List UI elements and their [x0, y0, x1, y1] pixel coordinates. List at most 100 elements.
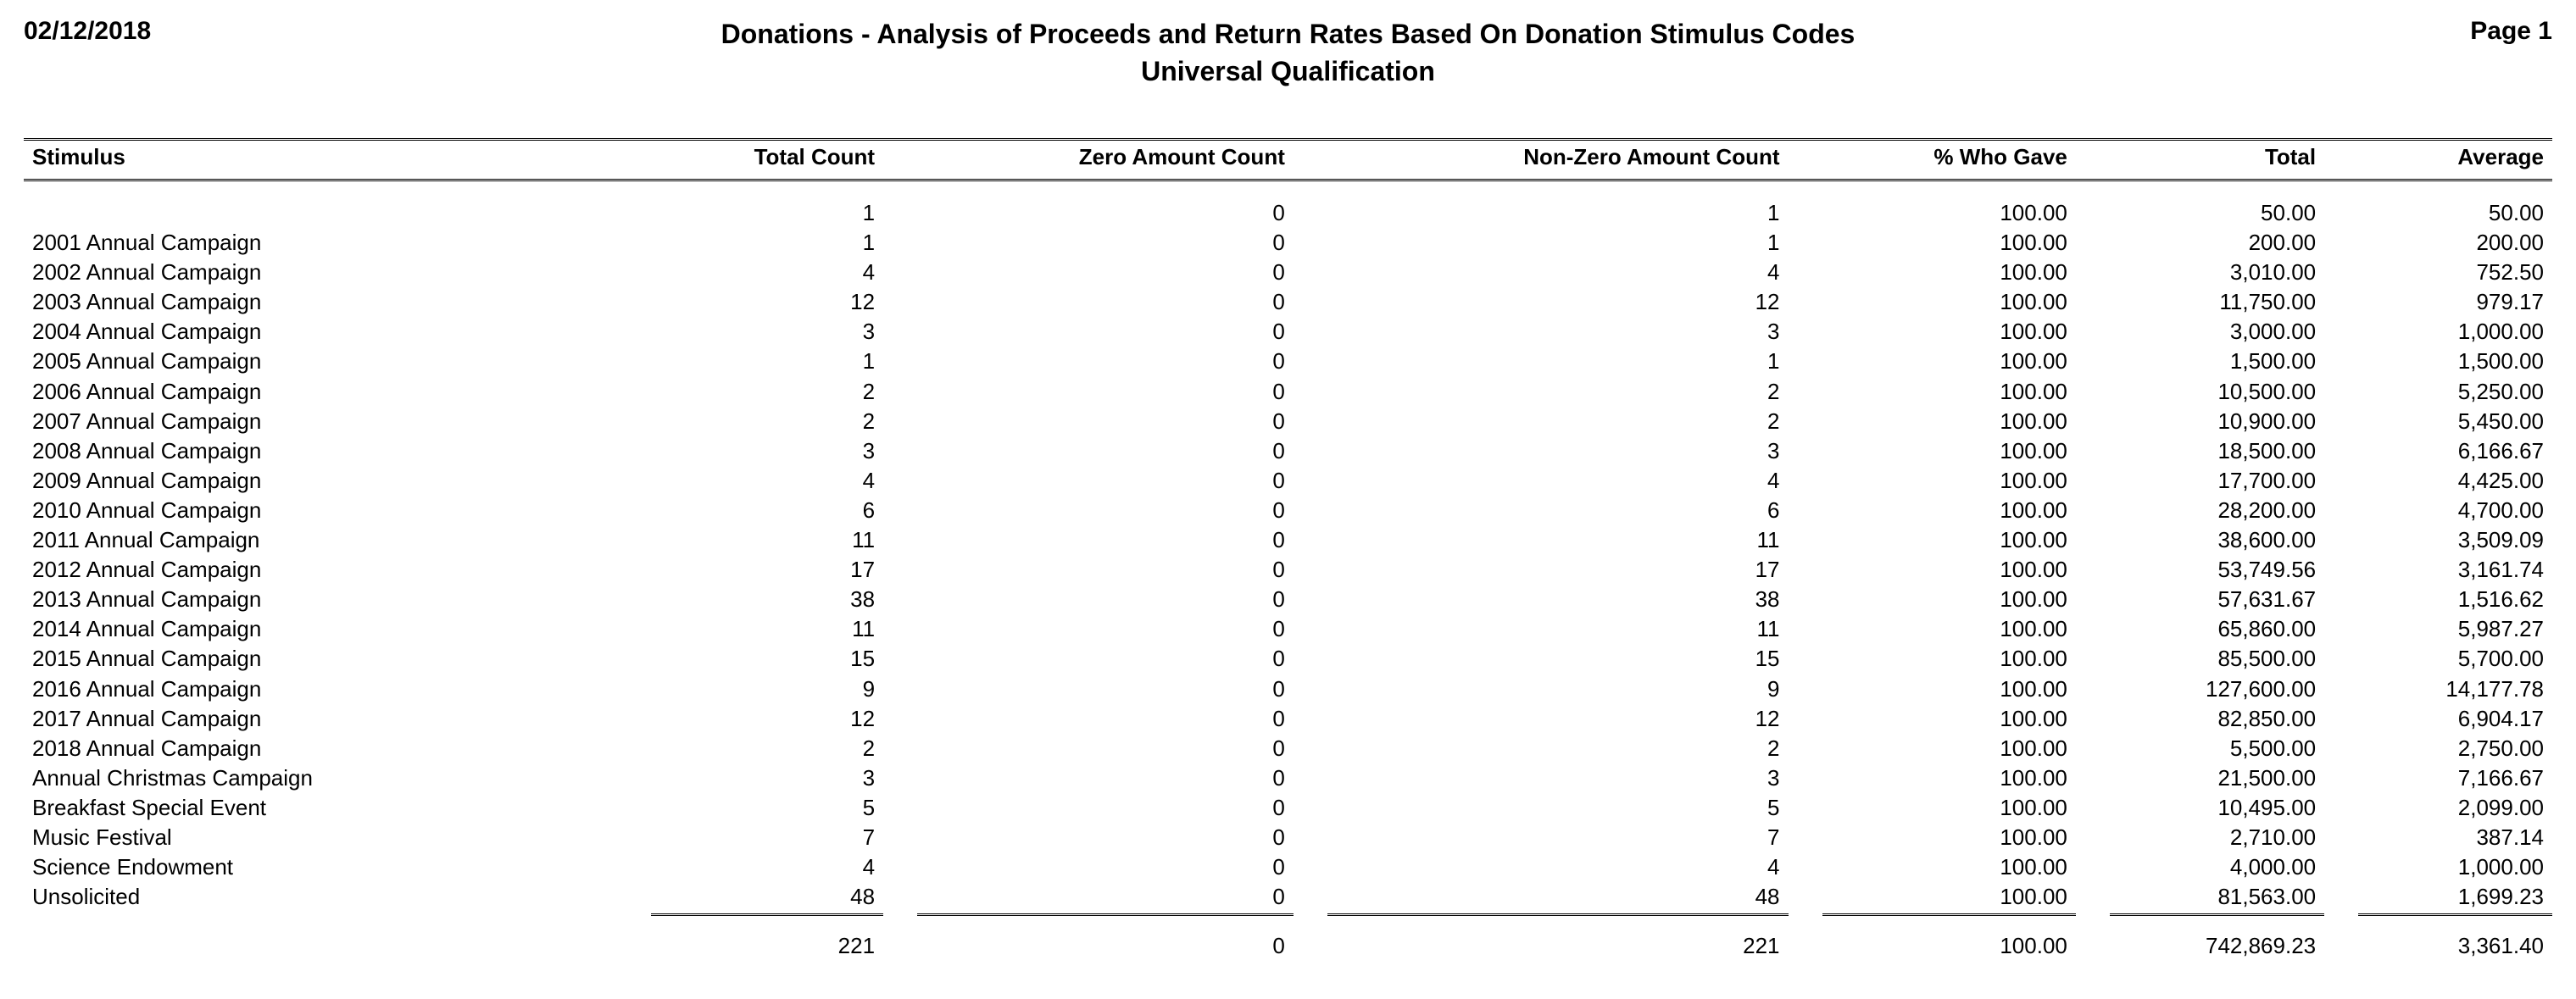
cell-avg: 14,177.78 [2358, 674, 2552, 704]
cell-zero: 0 [917, 466, 1294, 496]
cell-avg: 1,516.62 [2358, 585, 2552, 614]
cell-total: 2,710.00 [2110, 823, 2324, 852]
col-stimulus: Stimulus [24, 140, 617, 180]
cell-nonzero: 4 [1327, 466, 1789, 496]
cell-total-count: 1 [651, 228, 883, 258]
cell-zero: 0 [917, 823, 1294, 852]
cell-stimulus: Science Endowment [24, 852, 617, 882]
totals-total: 742,869.23 [2110, 915, 2324, 962]
cell-pct: 100.00 [1822, 585, 2076, 614]
cell-total: 81,563.00 [2110, 882, 2324, 915]
cell-stimulus: 2004 Annual Campaign [24, 317, 617, 347]
cell-zero: 0 [917, 734, 1294, 763]
cell-avg: 752.50 [2358, 258, 2552, 287]
report-subtitle: Universal Qualification [278, 56, 2298, 87]
totals-avg: 3,361.40 [2358, 915, 2552, 962]
cell-total-count: 9 [651, 674, 883, 704]
table-row: 2001 Annual Campaign101100.00200.00200.0… [24, 228, 2552, 258]
cell-avg: 3,161.74 [2358, 555, 2552, 585]
cell-zero: 0 [917, 674, 1294, 704]
cell-zero: 0 [917, 555, 1294, 585]
cell-stimulus: 2008 Annual Campaign [24, 436, 617, 466]
cell-pct: 100.00 [1822, 496, 2076, 525]
totals-pct: 100.00 [1822, 915, 2076, 962]
cell-avg: 1,699.23 [2358, 882, 2552, 915]
cell-pct: 100.00 [1822, 347, 2076, 376]
cell-total: 10,900.00 [2110, 407, 2324, 436]
cell-nonzero: 3 [1327, 763, 1789, 793]
cell-total: 18,500.00 [2110, 436, 2324, 466]
cell-total: 3,000.00 [2110, 317, 2324, 347]
cell-avg: 200.00 [2358, 228, 2552, 258]
table-row: 2016 Annual Campaign909100.00127,600.001… [24, 674, 2552, 704]
cell-stimulus: Unsolicited [24, 882, 617, 915]
cell-avg: 979.17 [2358, 287, 2552, 317]
cell-stimulus: 2012 Annual Campaign [24, 555, 617, 585]
cell-stimulus: 2018 Annual Campaign [24, 734, 617, 763]
cell-avg: 1,500.00 [2358, 347, 2552, 376]
col-total-count: Total Count [651, 140, 883, 180]
cell-zero: 0 [917, 585, 1294, 614]
cell-nonzero: 3 [1327, 436, 1789, 466]
cell-total: 65,860.00 [2110, 614, 2324, 644]
totals-row: 221 0 221 100.00 742,869.23 3,361.40 [24, 915, 2552, 962]
col-average: Average [2358, 140, 2552, 180]
report-table: Stimulus Total Count Zero Amount Count N… [24, 138, 2552, 961]
cell-pct: 100.00 [1822, 674, 2076, 704]
cell-total-count: 6 [651, 496, 883, 525]
cell-total-count: 2 [651, 407, 883, 436]
cell-total-count: 12 [651, 287, 883, 317]
col-gap [617, 140, 651, 180]
cell-pct: 100.00 [1822, 852, 2076, 882]
table-row: 2005 Annual Campaign101100.001,500.001,5… [24, 347, 2552, 376]
cell-total-count: 15 [651, 644, 883, 674]
table-row: Breakfast Special Event505100.0010,495.0… [24, 793, 2552, 823]
col-total: Total [2110, 140, 2324, 180]
page-number: Page 1 [2298, 17, 2552, 46]
cell-stimulus: 2006 Annual Campaign [24, 377, 617, 407]
cell-zero: 0 [917, 496, 1294, 525]
table-row: 2006 Annual Campaign202100.0010,500.005,… [24, 377, 2552, 407]
cell-total: 21,500.00 [2110, 763, 2324, 793]
table-row: 2014 Annual Campaign11011100.0065,860.00… [24, 614, 2552, 644]
report-header: 02/12/2018 Donations - Analysis of Proce… [24, 17, 2552, 87]
cell-total: 200.00 [2110, 228, 2324, 258]
cell-total-count: 4 [651, 466, 883, 496]
cell-zero: 0 [917, 763, 1294, 793]
cell-zero: 0 [917, 644, 1294, 674]
cell-zero: 0 [917, 614, 1294, 644]
cell-nonzero: 15 [1327, 644, 1789, 674]
cell-total-count: 4 [651, 852, 883, 882]
cell-total: 38,600.00 [2110, 525, 2324, 555]
table-row: Science Endowment404100.004,000.001,000.… [24, 852, 2552, 882]
cell-total: 17,700.00 [2110, 466, 2324, 496]
cell-stimulus: 2011 Annual Campaign [24, 525, 617, 555]
cell-total-count: 17 [651, 555, 883, 585]
cell-pct: 100.00 [1822, 734, 2076, 763]
table-body: 101100.0050.0050.002001 Annual Campaign1… [24, 180, 2552, 915]
cell-avg: 6,904.17 [2358, 704, 2552, 734]
table-row: 2017 Annual Campaign12012100.0082,850.00… [24, 704, 2552, 734]
cell-total-count: 2 [651, 734, 883, 763]
cell-avg: 1,000.00 [2358, 317, 2552, 347]
cell-nonzero: 11 [1327, 614, 1789, 644]
cell-pct: 100.00 [1822, 407, 2076, 436]
cell-avg: 5,987.27 [2358, 614, 2552, 644]
cell-nonzero: 6 [1327, 496, 1789, 525]
cell-total-count: 1 [651, 347, 883, 376]
cell-zero: 0 [917, 180, 1294, 229]
cell-stimulus: 2005 Annual Campaign [24, 347, 617, 376]
cell-total: 85,500.00 [2110, 644, 2324, 674]
cell-stimulus: 2002 Annual Campaign [24, 258, 617, 287]
cell-total-count: 3 [651, 436, 883, 466]
cell-nonzero: 12 [1327, 287, 1789, 317]
cell-total-count: 2 [651, 377, 883, 407]
cell-zero: 0 [917, 258, 1294, 287]
cell-zero: 0 [917, 377, 1294, 407]
cell-zero: 0 [917, 793, 1294, 823]
col-gap [2076, 140, 2110, 180]
col-pct-who-gave: % Who Gave [1822, 140, 2076, 180]
cell-stimulus: 2003 Annual Campaign [24, 287, 617, 317]
cell-total-count: 5 [651, 793, 883, 823]
cell-total-count: 3 [651, 317, 883, 347]
